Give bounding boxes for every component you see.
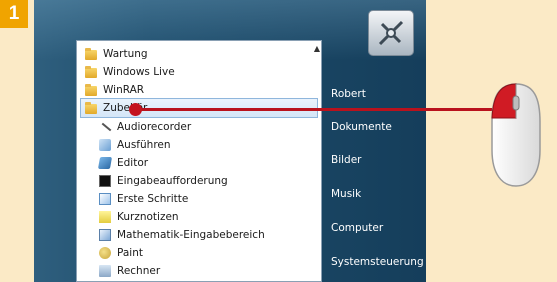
menu-item-ausfuehren[interactable]: Ausführen (99, 136, 321, 154)
folder-label: WinRAR (103, 84, 145, 96)
link-pictures[interactable]: Bilder (331, 148, 426, 172)
callout-line (136, 108, 492, 111)
notepad-icon (97, 157, 113, 169)
menu-item-erste-schritte[interactable]: Erste Schritte (99, 190, 321, 208)
menu-item-audiorecorder[interactable]: Audiorecorder (99, 118, 321, 136)
link-control-panel[interactable]: Systemsteuerung (331, 250, 426, 274)
sticky-notes-icon (99, 211, 111, 223)
menu-item-label: Rechner (117, 265, 161, 277)
folder-icon (85, 48, 97, 60)
link-documents[interactable]: Dokumente (331, 115, 426, 139)
menu-item-label: Kurznotizen (117, 211, 179, 223)
step-number-badge: 1 (0, 0, 28, 28)
getting-started-icon (99, 193, 111, 205)
folder-winrar[interactable]: WinRAR (85, 81, 317, 99)
folder-icon (85, 84, 97, 96)
callout-dot (129, 103, 142, 116)
menu-item-label: Audiorecorder (117, 121, 192, 133)
user-avatar-icon (378, 20, 404, 46)
menu-item-editor[interactable]: Editor (97, 154, 321, 172)
menu-item-kurznotizen[interactable]: Kurznotizen (99, 208, 321, 226)
menu-item-label: Editor (117, 157, 149, 169)
microphone-icon (99, 121, 111, 133)
menu-item-label: Erste Schritte (117, 193, 189, 205)
mouse-left-click-icon (491, 83, 541, 187)
start-menu: ▲ Wartung Windows Live WinRAR Zubehör Au… (34, 0, 426, 282)
paint-icon (99, 247, 111, 259)
folder-windows-live[interactable]: Windows Live (85, 63, 317, 81)
menu-item-eingabeaufforderung[interactable]: Eingabeaufforderung (99, 172, 321, 190)
link-music[interactable]: Musik (331, 182, 426, 206)
folder-label: Wartung (103, 48, 148, 60)
menu-item-rechner[interactable]: Rechner (99, 262, 321, 280)
folder-open-icon (85, 102, 97, 114)
menu-item-label: Mathematik-Eingabebereich (117, 229, 265, 241)
all-programs-list: ▲ Wartung Windows Live WinRAR Zubehör Au… (76, 40, 322, 282)
menu-item-label: Eingabeaufforderung (117, 175, 228, 187)
link-user-robert[interactable]: Robert (331, 82, 426, 106)
menu-item-paint[interactable]: Paint (99, 244, 321, 262)
menu-item-label: Paint (117, 247, 143, 259)
menu-item-label: Ausführen (117, 139, 171, 151)
user-picture-tile[interactable] (368, 10, 414, 56)
folder-wartung[interactable]: Wartung (85, 45, 317, 63)
link-computer[interactable]: Computer (331, 216, 426, 240)
folder-icon (85, 66, 97, 78)
menu-item-mathematik[interactable]: Mathematik-Eingabebereich (99, 226, 321, 244)
command-prompt-icon (99, 175, 111, 187)
folder-label: Windows Live (103, 66, 175, 78)
math-input-icon (99, 229, 111, 241)
run-icon (99, 139, 111, 151)
calculator-icon (99, 265, 111, 277)
